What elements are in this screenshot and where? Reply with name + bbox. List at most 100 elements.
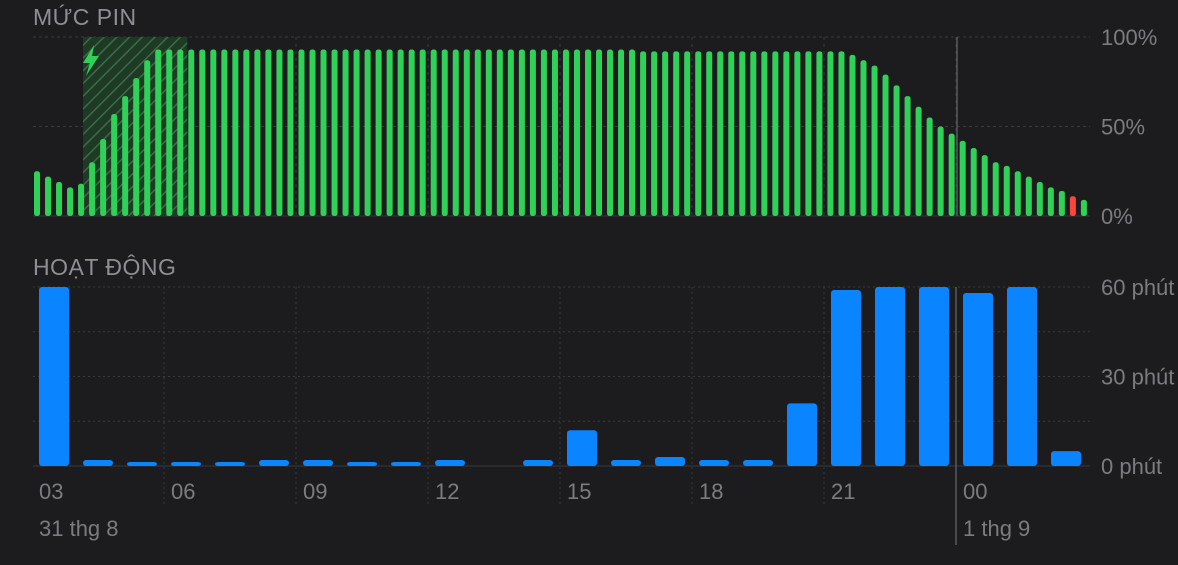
battery-bar xyxy=(507,49,514,216)
battery-bar xyxy=(838,51,845,216)
activity-bar xyxy=(919,287,949,466)
battery-bar xyxy=(915,106,922,216)
battery-bar xyxy=(540,49,547,216)
activity-bar xyxy=(699,460,729,466)
activity-bar xyxy=(611,460,641,466)
activity-bar xyxy=(831,289,861,466)
activity-bar xyxy=(963,292,993,466)
battery-bar xyxy=(133,78,140,216)
activity-x-axis: 03 06 09 12 15 18 21 00 xyxy=(39,479,987,504)
battery-bar xyxy=(56,181,63,216)
battery-bar xyxy=(585,49,591,216)
battery-bar xyxy=(342,49,349,216)
battery-bar xyxy=(937,126,944,216)
battery-bar xyxy=(111,113,118,216)
activity-y-axis: 60 phút 30 phút 0 phút xyxy=(1101,275,1174,479)
activity-bar xyxy=(391,462,421,466)
battery-bar xyxy=(1014,171,1021,216)
battery-activity-chart: 100% 50% 0% 60 phút 30 phút 0 phút 03 06 09 12 1… xyxy=(33,25,1174,545)
battery-bar xyxy=(1047,187,1054,216)
battery-bar xyxy=(596,49,603,216)
activity-bar xyxy=(567,430,597,466)
activity-bar xyxy=(875,287,905,466)
battery-bar xyxy=(1069,196,1076,216)
battery-bar xyxy=(320,49,327,216)
battery-bar xyxy=(298,49,305,216)
battery-bar xyxy=(629,49,636,216)
activity-bar xyxy=(435,460,465,466)
battery-bar xyxy=(904,96,911,216)
battery-bar xyxy=(959,140,966,216)
battery-bar xyxy=(78,183,85,216)
battery-bar xyxy=(474,49,481,216)
battery-bar xyxy=(265,49,272,216)
activity-x-tick-label: 12 xyxy=(435,479,459,504)
activity-x-tick-label: 18 xyxy=(699,479,723,504)
activity-bar xyxy=(127,462,157,466)
battery-bar xyxy=(618,49,625,216)
activity-x-tick-label: 21 xyxy=(831,479,855,504)
activity-bar xyxy=(1051,451,1081,466)
activity-bar xyxy=(259,460,289,466)
battery-bar xyxy=(419,49,426,216)
battery-bar xyxy=(772,51,779,216)
battery-bar xyxy=(706,51,713,216)
activity-bar xyxy=(39,287,69,466)
battery-bar xyxy=(122,96,129,216)
battery-bar xyxy=(860,60,867,216)
battery-bar xyxy=(1080,199,1087,216)
battery-bar xyxy=(188,49,195,216)
battery-bar xyxy=(166,49,173,216)
battery-bar xyxy=(573,49,580,216)
battery-bar xyxy=(375,49,382,216)
activity-bar xyxy=(1007,287,1037,466)
activity-bar xyxy=(303,460,333,466)
battery-bar xyxy=(309,49,316,216)
activity-bar xyxy=(743,460,773,466)
battery-bar xyxy=(485,49,492,216)
battery-bar xyxy=(684,51,691,216)
battery-bar xyxy=(45,176,52,216)
battery-bar xyxy=(783,51,790,216)
battery-bar xyxy=(1058,190,1065,216)
battery-bar xyxy=(551,49,558,216)
battery-bar xyxy=(89,162,96,216)
date-labels: 31 thg 8 1 thg 9 xyxy=(39,516,1030,541)
battery-bar xyxy=(948,133,955,216)
activity-x-tick-label: 15 xyxy=(567,479,591,504)
battery-bar xyxy=(651,51,658,216)
activity-y-tick-label: 60 phút xyxy=(1101,275,1174,300)
battery-bar xyxy=(695,51,702,216)
battery-bar xyxy=(805,51,812,216)
battery-bar xyxy=(155,49,162,216)
date-label: 1 thg 9 xyxy=(963,516,1030,541)
battery-bar xyxy=(1003,165,1010,216)
battery-bar xyxy=(452,49,459,216)
activity-x-tick-label: 09 xyxy=(303,479,327,504)
battery-bar xyxy=(728,51,735,216)
activity-bar xyxy=(83,460,113,466)
activity-y-tick-label: 0 phút xyxy=(1101,454,1162,479)
activity-bar xyxy=(347,462,377,466)
battery-bar xyxy=(992,162,999,216)
battery-bar xyxy=(287,49,294,216)
battery-bar xyxy=(970,147,977,216)
activity-y-tick-label: 30 phút xyxy=(1101,365,1174,390)
battery-bar xyxy=(640,51,647,216)
battery-bar xyxy=(1025,176,1032,216)
activity-bar xyxy=(787,403,817,466)
activity-bar xyxy=(171,462,201,466)
battery-bar xyxy=(1036,181,1043,216)
battery-bar xyxy=(816,51,823,216)
battery-bar xyxy=(353,49,360,216)
battery-bar xyxy=(67,187,74,216)
activity-bar xyxy=(215,462,245,466)
activity-x-tick-label: 03 xyxy=(39,479,63,504)
battery-bar xyxy=(199,49,206,216)
battery-bar xyxy=(893,85,900,216)
battery-bar xyxy=(871,65,878,216)
battery-bar xyxy=(750,51,757,216)
battery-bar xyxy=(386,49,393,216)
battery-bar xyxy=(254,49,261,216)
battery-bar xyxy=(518,49,525,216)
